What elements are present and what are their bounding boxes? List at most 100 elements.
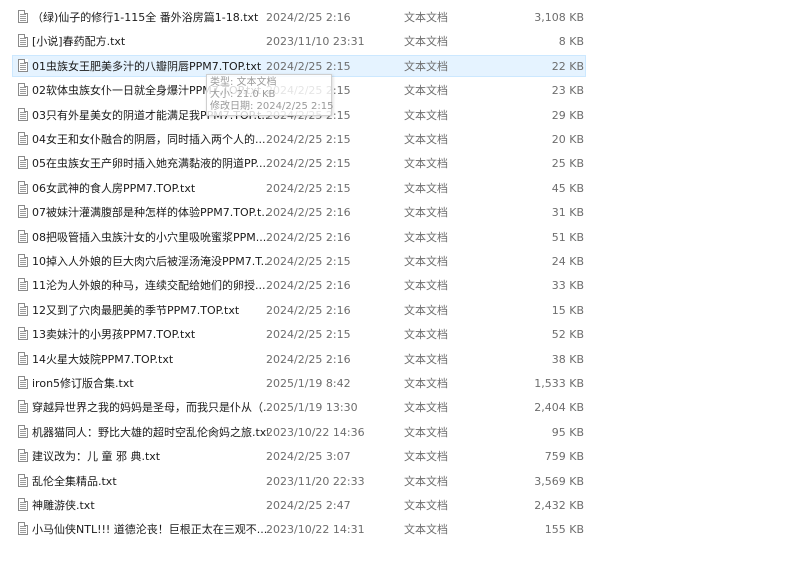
file-date-modified: 2024/2/25 2:15	[266, 157, 351, 171]
file-name: 12又到了穴肉最肥美的季节PPM7.TOP.txt	[32, 303, 240, 317]
text-file-icon	[18, 83, 28, 97]
text-file-icon	[18, 180, 28, 194]
file-type: 文本文档	[404, 157, 448, 171]
file-tooltip: 类型: 文本文档 大小: 21.0 KB 修改日期: 2024/2/25 2:1…	[206, 74, 333, 116]
file-name: 神雕游侠.txt	[32, 499, 95, 512]
file-type: 文本文档	[404, 255, 448, 268]
file-size: 22 KB	[551, 59, 584, 73]
file-row[interactable]: 05在虫族女王产卵时插入她充满黏液的阴道PP... 2024/2/25 2:15 文…	[12, 152, 586, 174]
text-file-icon	[18, 498, 28, 511]
tooltip-size: 大小: 21.0 KB	[210, 89, 276, 100]
file-type: 文本文档	[404, 11, 448, 24]
file-row[interactable]: （绿)仙子的修行1-115全 番外浴房篇1-18.txt 2024/2/25 2:…	[12, 6, 586, 28]
file-type: 文本文档	[404, 108, 448, 122]
file-size: 3,108 KB	[534, 11, 584, 24]
file-row[interactable]: 建议改为：儿 童 邪 典.txt 2024/2/25 3:07 文本文档 759 KB	[12, 445, 586, 467]
file-size: 24 KB	[551, 255, 584, 268]
file-row[interactable]: 机器猫同人：野比大雄的超时空乱伦肏妈之旅.txt 2023/10/22 14:36…	[12, 421, 586, 443]
text-file-icon	[18, 229, 28, 243]
text-file-icon	[18, 522, 28, 536]
text-file-icon	[18, 473, 28, 487]
file-row[interactable]: 穿越异世界之我的妈妈是圣母，而我只是仆从（... 2025/1/19 13:30 文…	[12, 396, 586, 418]
file-name: 01虫族女王肥美多汁的八瓣阴唇PPM7.TOP.txt	[32, 59, 262, 73]
file-row[interactable]: iron5修订版合集.txt 2025/1/19 8:42 文本文档 1,533 KB	[12, 372, 586, 394]
file-date-modified: 2024/2/25 2:15	[266, 181, 351, 195]
file-name: 07被妹汁灌满腹部是种怎样的体验PPM7.TOP.t...	[32, 206, 268, 220]
file-row[interactable]: [小说]春药配方.txt 2023/11/10 23:31 文本文档 8 KB	[12, 30, 586, 52]
text-file-icon	[18, 34, 28, 48]
file-type: 文本文档	[404, 352, 448, 366]
file-row[interactable]: 小马仙侠NTL!!! 道德沦丧！巨根正太在三观不... 2023/10/22 14…	[12, 518, 586, 540]
file-date-modified: 2024/2/25 2:15	[266, 59, 351, 73]
file-date-modified: 2025/1/19 8:42	[266, 377, 351, 390]
file-size: 51 KB	[551, 230, 584, 244]
file-size: 2,432 KB	[534, 499, 584, 512]
text-file-icon	[18, 254, 28, 267]
file-name: 10掉入人外娘的巨大肉穴后被淫汤淹没PPM7.T...	[32, 255, 268, 268]
file-size: 45 KB	[551, 181, 584, 195]
text-file-icon	[18, 302, 28, 316]
file-name: 06女武神的食人房PPM7.TOP.txt	[32, 181, 196, 195]
file-row[interactable]: 08把吸管插入虫族汁女的小穴里吸吮蜜浆PPM... 2024/2/25 2:16 文…	[12, 226, 586, 248]
file-type: 文本文档	[404, 425, 448, 439]
file-name: 小马仙侠NTL!!! 道德沦丧！巨根正太在三观不...	[32, 523, 268, 537]
file-name: 13卖妹汁的小男孩PPM7.TOP.txt	[32, 328, 196, 342]
file-size: 38 KB	[551, 352, 584, 366]
file-row[interactable]: 13卖妹汁的小男孩PPM7.TOP.txt 2024/2/25 2:15 文本文档 5…	[12, 323, 586, 345]
file-size: 3,569 KB	[534, 474, 584, 488]
file-name: iron5修订版合集.txt	[32, 377, 134, 390]
file-name: 04女王和女仆融合的阴唇，同时插入两个人的...	[32, 133, 266, 146]
file-type: 文本文档	[404, 303, 448, 317]
file-type: 文本文档	[404, 474, 448, 488]
file-row[interactable]: 07被妹汁灌满腹部是种怎样的体验PPM7.TOP.t... 2024/2/25 2…	[12, 201, 586, 223]
file-name: 乱伦全集精品.txt	[32, 474, 117, 488]
text-file-icon	[18, 132, 28, 145]
file-type: 文本文档	[404, 230, 448, 244]
file-type: 文本文档	[404, 84, 448, 98]
file-date-modified: 2024/2/25 2:16	[266, 206, 351, 220]
file-type: 文本文档	[404, 59, 448, 73]
file-date-modified: 2024/2/25 2:16	[266, 230, 351, 244]
file-size: 8 KB	[558, 35, 584, 49]
file-row[interactable]: 06女武神的食人房PPM7.TOP.txt 2024/2/25 2:15 文本文档 4…	[12, 177, 586, 199]
text-file-icon	[18, 107, 28, 121]
text-file-icon	[18, 278, 28, 292]
file-type: 文本文档	[404, 279, 448, 293]
text-file-icon	[18, 400, 28, 414]
file-size: 95 KB	[551, 425, 584, 439]
file-row[interactable]: 乱伦全集精品.txt 2023/11/20 22:33 文本文档 3,569 KB	[12, 470, 586, 492]
file-row[interactable]: 04女王和女仆融合的阴唇，同时插入两个人的... 2024/2/25 2:15 文本…	[12, 128, 586, 150]
file-date-modified: 2024/2/25 2:15	[266, 328, 351, 342]
file-name: 穿越异世界之我的妈妈是圣母，而我只是仆从（...	[32, 401, 268, 415]
file-row[interactable]: 14火星大妓院PPM7.TOP.txt 2024/2/25 2:16 文本文档 38 …	[12, 348, 586, 370]
file-date-modified: 2023/11/20 22:33	[266, 474, 365, 488]
file-date-modified: 2024/2/25 2:16	[266, 279, 351, 293]
file-type: 文本文档	[404, 206, 448, 220]
file-size: 20 KB	[551, 133, 584, 146]
file-size: 23 KB	[551, 84, 584, 98]
file-date-modified: 2023/10/22 14:36	[266, 425, 365, 439]
text-file-icon	[18, 327, 28, 341]
file-size: 29 KB	[551, 108, 584, 122]
file-date-modified: 2025/1/19 13:30	[266, 401, 358, 415]
file-name: 14火星大妓院PPM7.TOP.txt	[32, 352, 174, 366]
file-type: 文本文档	[404, 377, 448, 390]
text-file-icon	[18, 449, 28, 463]
file-type: 文本文档	[404, 523, 448, 537]
file-type: 文本文档	[404, 133, 448, 146]
text-file-icon	[18, 58, 28, 72]
text-file-icon	[18, 376, 28, 389]
text-file-icon	[18, 424, 28, 438]
file-row[interactable]: 12又到了穴肉最肥美的季节PPM7.TOP.txt 2024/2/25 2:16 文…	[12, 299, 586, 321]
file-type: 文本文档	[404, 450, 448, 464]
file-row[interactable]: 10掉入人外娘的巨大肉穴后被淫汤淹没PPM7.T... 2024/2/25 2:1…	[12, 250, 586, 272]
file-name: [小说]春药配方.txt	[32, 35, 126, 49]
file-date-modified: 2024/2/25 2:15	[266, 255, 351, 268]
file-row[interactable]: 11沦为人外娘的种马，连续交配给她们的卵授... 2024/2/25 2:16 文本…	[12, 274, 586, 296]
file-name: （绿)仙子的修行1-115全 番外浴房篇1-18.txt	[32, 11, 259, 24]
file-size: 52 KB	[551, 328, 584, 342]
file-date-modified: 2024/2/25 3:07	[266, 450, 351, 464]
file-row[interactable]: 神雕游侠.txt 2024/2/25 2:47 文本文档 2,432 KB	[12, 494, 586, 516]
file-size: 1,533 KB	[534, 377, 584, 390]
file-size: 155 KB	[544, 523, 584, 537]
